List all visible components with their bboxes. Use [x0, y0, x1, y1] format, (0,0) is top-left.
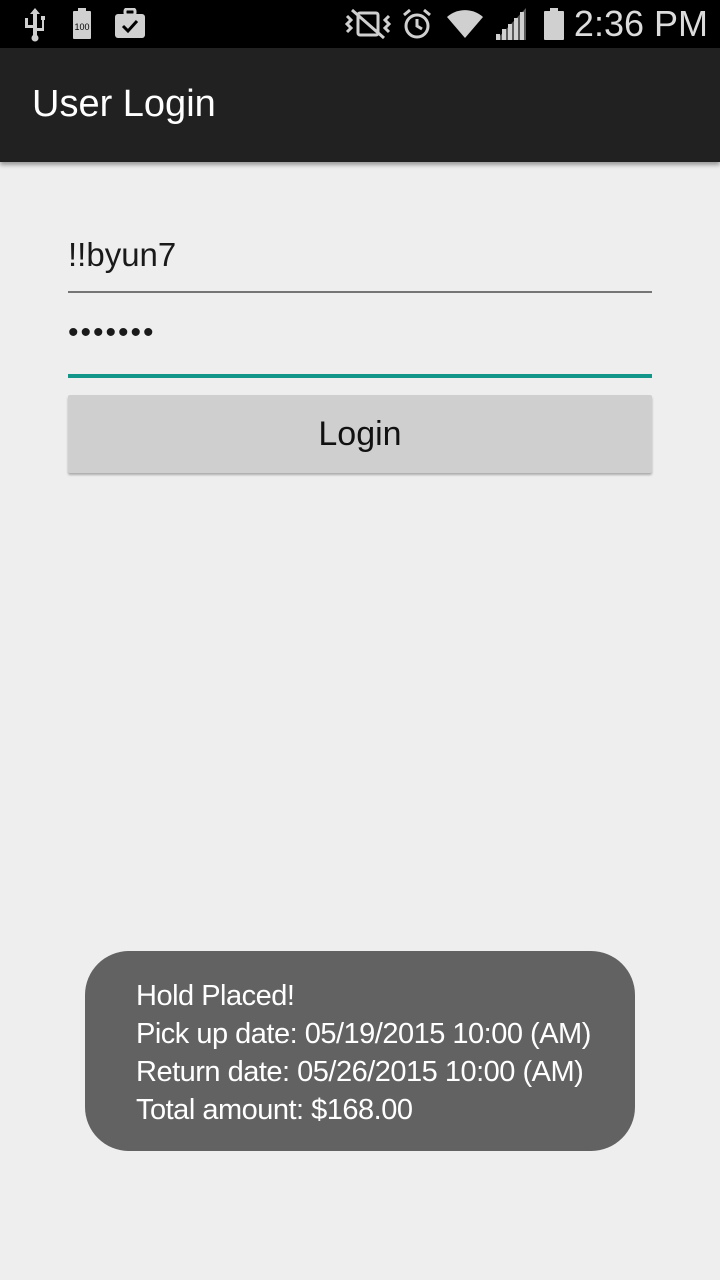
login-button[interactable]: Login [68, 395, 652, 473]
toast-line-total-amount: Total amount: $168.00 [136, 1094, 413, 1126]
app-bar: User Login [0, 48, 720, 162]
hold-placed-toast: Hold Placed! Pick up date: 05/19/2015 10… [85, 951, 635, 1151]
page-title: User Login [32, 83, 216, 125]
task-check-icon [114, 7, 146, 45]
signal-icon [494, 8, 528, 45]
password-underline-focused [68, 374, 652, 378]
alarm-icon [401, 8, 433, 45]
battery-icon [542, 8, 566, 45]
toast-line-hold-placed: Hold Placed! [136, 980, 295, 1012]
toast-line-pickup-date: Pick up date: 05/19/2015 10:00 (AM) [136, 1018, 591, 1050]
toast-line-return-date: Return date: 05/26/2015 10:00 (AM) [136, 1056, 584, 1088]
wifi-icon [446, 8, 484, 45]
password-field[interactable]: ••••••• [68, 312, 652, 378]
username-value: !!byun7 [68, 236, 177, 273]
vibrate-icon [344, 8, 392, 45]
battery-level-label: 100 [74, 22, 89, 32]
username-underline [68, 291, 652, 293]
password-value: ••••••• [68, 316, 156, 349]
battery-full-icon: 100 [72, 8, 92, 45]
usb-icon [22, 8, 48, 47]
status-bar: 100 2:36 PM [0, 0, 720, 48]
username-field[interactable]: !!byun7 [68, 230, 652, 294]
status-clock: 2:36 PM [573, 3, 708, 44]
